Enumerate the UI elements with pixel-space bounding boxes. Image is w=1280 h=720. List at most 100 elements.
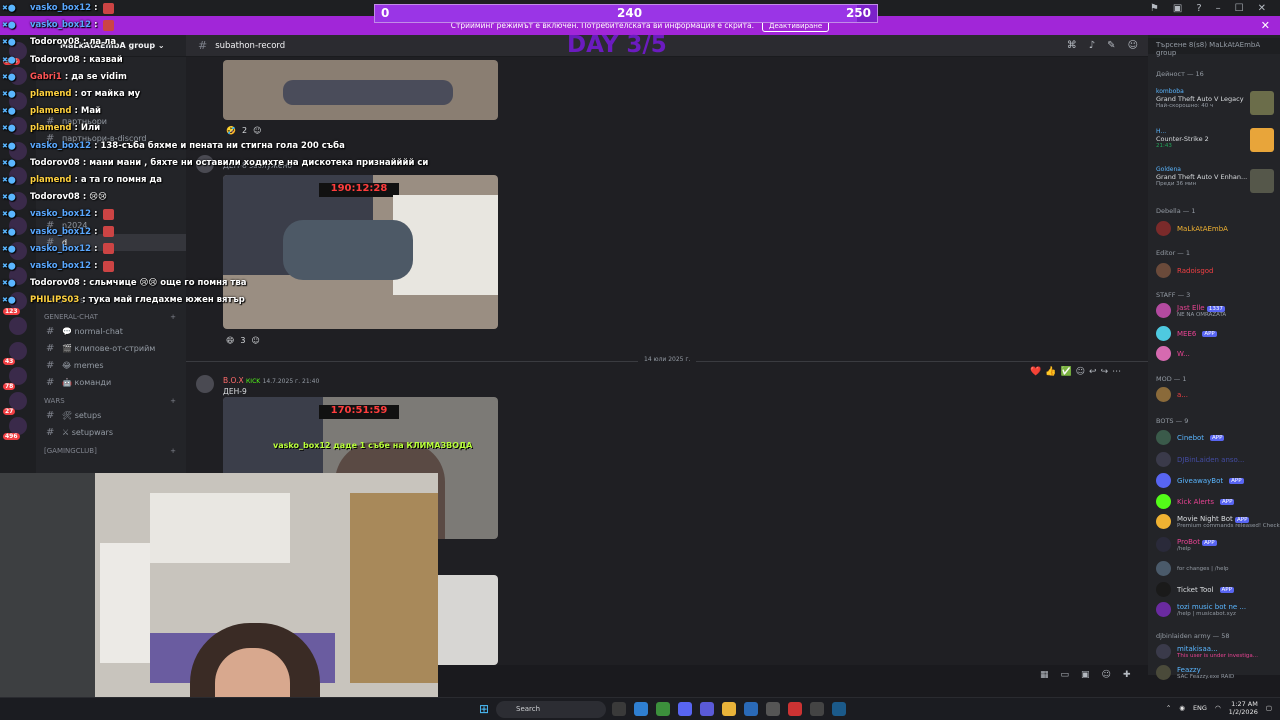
- gift-icon[interactable]: ▦: [1040, 670, 1049, 680]
- sticker-icon[interactable]: ▣: [1081, 670, 1090, 680]
- server-icon[interactable]: [9, 117, 27, 135]
- channel-item[interactable]: # ⚔ setupwars: [36, 424, 186, 441]
- reaction-bar[interactable]: 🤣 2 ☺: [226, 126, 261, 135]
- server-icon[interactable]: [9, 192, 27, 210]
- channel-item[interactable]: # 😂 memes: [36, 357, 186, 374]
- forward-icon[interactable]: ↪: [1101, 367, 1109, 377]
- member-item[interactable]: mitakisaa... This user is under investiga…: [1156, 644, 1280, 659]
- server-icon[interactable]: [9, 317, 27, 335]
- thumbs-up-icon[interactable]: 👍: [1045, 367, 1056, 377]
- avatar[interactable]: [196, 155, 214, 173]
- channel-item[interactable]: # 💬 normal-chat: [36, 323, 186, 340]
- server-icon[interactable]: [9, 267, 27, 285]
- bell-icon[interactable]: ♪: [1089, 40, 1095, 51]
- chrome-icon[interactable]: [656, 702, 670, 716]
- app-icon[interactable]: [700, 702, 714, 716]
- threads-icon[interactable]: ⌘: [1067, 40, 1077, 51]
- reaction-bar[interactable]: 😄 3 ☺: [226, 336, 260, 345]
- help-icon[interactable]: ?: [1196, 3, 1201, 14]
- server-icon[interactable]: 78: [3, 367, 27, 390]
- channel-item-active[interactable]: # d: [36, 234, 186, 251]
- tray-chevron-icon[interactable]: ⌃: [1166, 704, 1171, 712]
- gif-icon[interactable]: ▭: [1061, 670, 1070, 680]
- close-banner-icon[interactable]: ✕: [1261, 19, 1270, 32]
- app-icon[interactable]: [744, 702, 758, 716]
- notification-icon[interactable]: ▢: [1266, 704, 1272, 712]
- reply-icon[interactable]: ↩: [1089, 367, 1097, 377]
- bot-item[interactable]: DJBinLaiden anso...: [1156, 452, 1280, 467]
- member-item[interactable]: a...: [1156, 387, 1280, 402]
- add-reaction-icon[interactable]: ☺: [1076, 367, 1085, 377]
- server-icon[interactable]: 496: [3, 417, 27, 440]
- taskbar-search[interactable]: Search: [496, 701, 606, 718]
- member-item[interactable]: W...: [1156, 346, 1280, 361]
- apps-icon[interactable]: ✚: [1123, 670, 1131, 680]
- member-item[interactable]: MaLkAtAEmbA: [1156, 221, 1280, 236]
- lang-indicator[interactable]: ENG: [1193, 704, 1207, 712]
- steam-icon[interactable]: [832, 702, 846, 716]
- edge-icon[interactable]: [634, 702, 648, 716]
- bot-item[interactable]: tozi music bot ne .../help | musicabot.x…: [1156, 602, 1280, 617]
- check-icon[interactable]: ✅: [1060, 367, 1071, 377]
- file-explorer-icon[interactable]: [722, 702, 736, 716]
- pin-icon[interactable]: ✎: [1107, 40, 1115, 51]
- member-item[interactable]: MEE6 APP: [1156, 326, 1280, 341]
- add-reaction-icon[interactable]: ☺: [251, 336, 259, 345]
- obs-icon[interactable]: [766, 702, 780, 716]
- channel-item[interactable]: # 🛠 setups: [36, 407, 186, 424]
- channel-item[interactable]: # партньори-в-discord: [36, 130, 186, 147]
- minimize-icon[interactable]: –: [1216, 3, 1221, 14]
- server-icon[interactable]: [9, 67, 27, 85]
- bot-item[interactable]: ProBot APP/help: [1156, 537, 1280, 552]
- terminal-icon[interactable]: [810, 702, 824, 716]
- channel-item[interactable]: # 🤖 команди: [36, 374, 186, 391]
- add-reaction-icon[interactable]: ☺: [253, 126, 261, 135]
- channel-item[interactable]: # n2024: [36, 217, 186, 234]
- avatar[interactable]: [196, 375, 214, 393]
- more-icon[interactable]: ⋯: [1112, 367, 1121, 377]
- server-icon[interactable]: 27: [3, 392, 27, 415]
- server-name[interactable]: MaLkAtAEmbA group ⌄: [36, 35, 186, 57]
- bot-item[interactable]: Kick Alerts APP: [1156, 494, 1280, 509]
- server-icon[interactable]: 123: [3, 292, 27, 315]
- discord-icon[interactable]: [678, 702, 692, 716]
- member-item[interactable]: Feazzy SAC Feazzy.exe RAID: [1156, 665, 1280, 680]
- emoji-icon[interactable]: ☺: [1102, 670, 1111, 680]
- server-icon[interactable]: 364: [3, 42, 27, 65]
- inbox-icon[interactable]: ▣: [1173, 3, 1182, 14]
- app-icon[interactable]: [788, 702, 802, 716]
- server-icon[interactable]: [9, 217, 27, 235]
- task-view-icon[interactable]: [612, 702, 626, 716]
- message-author[interactable]: B.O.X КICK 14.7.2025 г. 21:40: [223, 376, 319, 385]
- search-input[interactable]: Търсене 8(s8) MaLkAtAEmbA group: [1148, 38, 1280, 57]
- members-icon[interactable]: ☺: [1128, 40, 1138, 51]
- category-gamingclub[interactable]: [GAMINGCLUB] +: [36, 441, 186, 457]
- channel-item[interactable]: # партньори: [36, 113, 186, 130]
- close-icon[interactable]: ✕: [1258, 3, 1266, 14]
- server-icon[interactable]: [9, 167, 27, 185]
- tray-icon[interactable]: ◉: [1179, 704, 1185, 712]
- attachment-image[interactable]: [223, 60, 498, 120]
- server-icon[interactable]: [9, 92, 27, 110]
- bot-item[interactable]: GiveawayBot APP: [1156, 473, 1280, 488]
- member-item[interactable]: Radoisgod: [1156, 263, 1280, 278]
- server-icon[interactable]: [9, 142, 27, 160]
- pin-icon[interactable]: ⚑: [1150, 3, 1159, 14]
- category-general-chat[interactable]: general-chat +: [36, 307, 186, 323]
- server-icon[interactable]: [9, 242, 27, 260]
- category-wars[interactable]: wars +: [36, 391, 186, 407]
- member-item[interactable]: Jast Elle 1337 NE NA OMRAZATA: [1156, 303, 1280, 318]
- bot-item[interactable]: Ticket Tool APP: [1156, 582, 1280, 597]
- maximize-icon[interactable]: ☐: [1235, 3, 1244, 14]
- heart-emoji-icon[interactable]: ❤️: [1030, 367, 1041, 377]
- server-icon[interactable]: 43: [3, 342, 27, 365]
- clock[interactable]: 1:27 AM 1/2/2026: [1229, 700, 1258, 716]
- windows-start-icon[interactable]: ⊞: [479, 702, 489, 716]
- attachment-video[interactable]: 190:12:28: [223, 175, 498, 329]
- category-giveaways[interactable]: GIVEAWAYS +: [36, 291, 186, 307]
- bot-item[interactable]: Movie Night Bot APP Premium commands rele…: [1156, 514, 1280, 529]
- channel-item[interactable]: # 🎬 клипове-от-стрийм: [36, 340, 186, 357]
- bot-item[interactable]: for changes | /help: [1156, 561, 1280, 576]
- wifi-icon[interactable]: ◠: [1215, 704, 1221, 712]
- bot-item[interactable]: Cinebot APP: [1156, 430, 1280, 445]
